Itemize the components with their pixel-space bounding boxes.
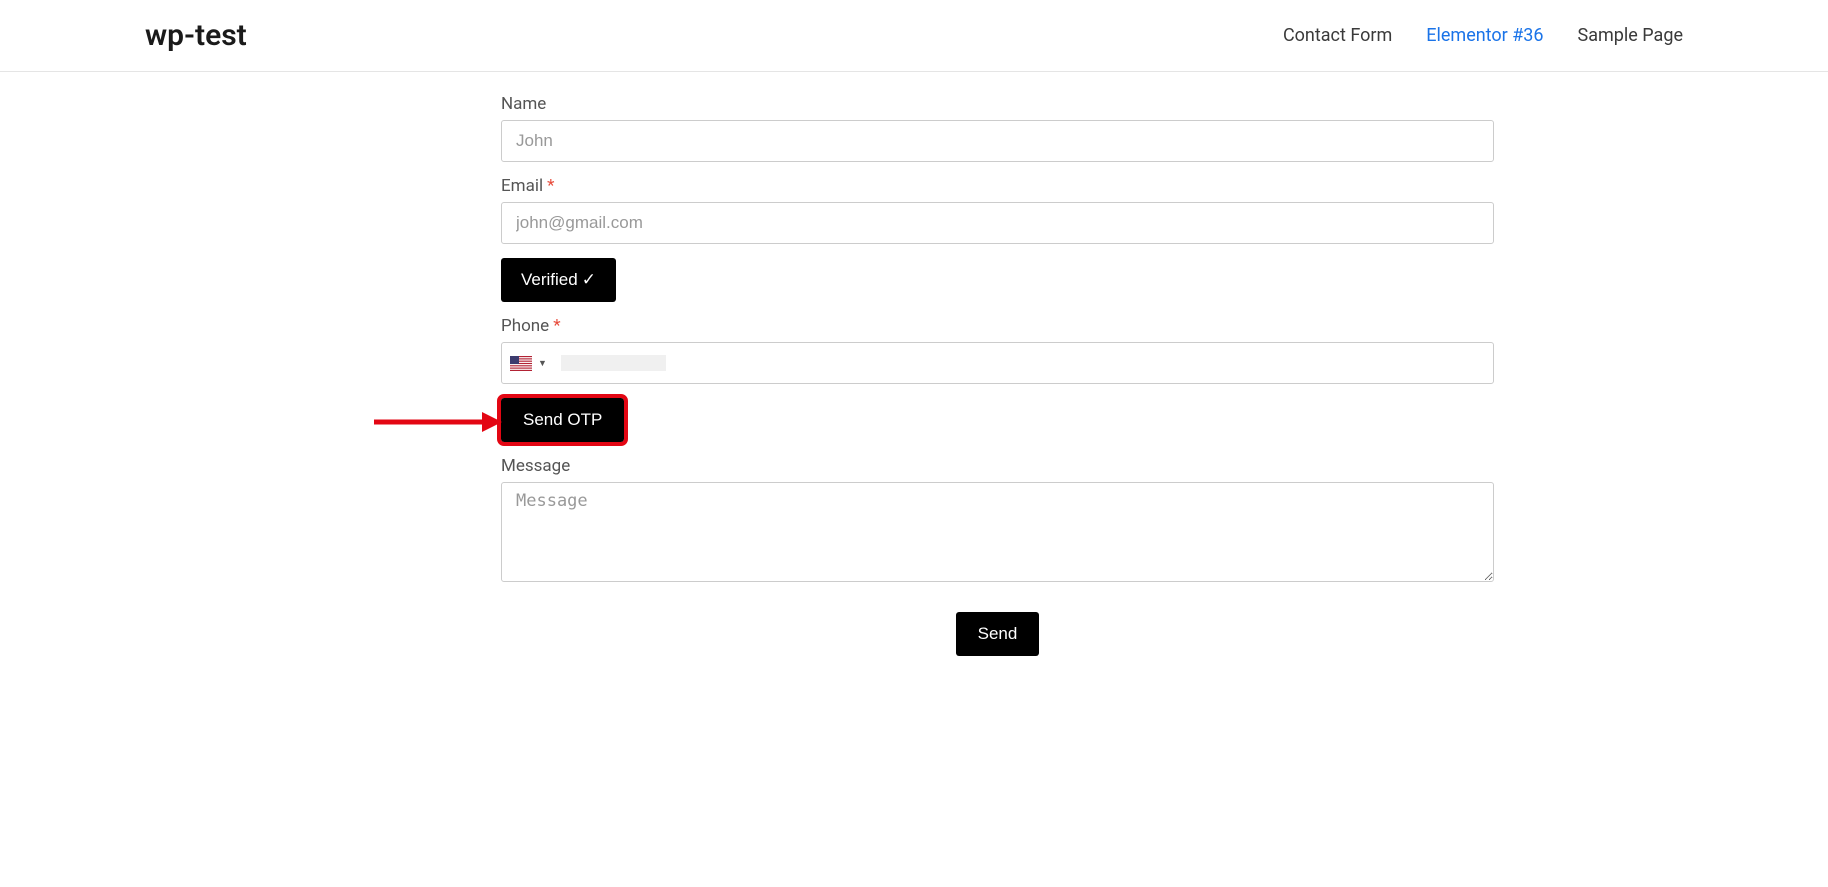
top-nav: Contact Form Elementor #36 Sample Page — [1283, 25, 1683, 46]
chevron-down-icon: ▼ — [538, 358, 547, 369]
send-button[interactable]: Send — [956, 612, 1040, 656]
page-header: wp-test Contact Form Elementor #36 Sampl… — [0, 0, 1828, 72]
email-input[interactable] — [501, 202, 1494, 244]
us-flag-icon — [510, 356, 532, 371]
send-row: Send — [501, 598, 1494, 656]
verified-button[interactable]: Verified✓ — [501, 258, 616, 302]
form-container: Name Email* Verified✓ Phone* — [314, 72, 1514, 696]
email-label: Email* — [501, 176, 1494, 196]
site-title: wp-test — [145, 18, 247, 53]
check-icon: ✓ — [582, 270, 596, 289]
annotation-arrow-icon — [374, 410, 504, 434]
nav-elementor-36[interactable]: Elementor #36 — [1426, 25, 1543, 46]
phone-field-group: Phone* — [501, 316, 1494, 384]
name-label: Name — [501, 94, 1494, 114]
required-marker: * — [547, 176, 554, 196]
nav-sample-page[interactable]: Sample Page — [1578, 25, 1683, 46]
message-label: Message — [501, 456, 1494, 476]
email-field-group: Email* — [501, 176, 1494, 244]
send-otp-button[interactable]: Send OTP — [501, 398, 624, 442]
nav-contact-form[interactable]: Contact Form — [1283, 25, 1392, 46]
message-field-group: Message — [501, 456, 1494, 586]
required-marker: * — [553, 316, 560, 336]
phone-label: Phone* — [501, 316, 1494, 336]
message-textarea[interactable] — [501, 482, 1494, 582]
phone-value-redacted — [561, 355, 666, 371]
name-input[interactable] — [501, 120, 1494, 162]
country-flag-picker[interactable]: ▼ — [502, 356, 555, 371]
phone-input[interactable] — [666, 343, 1493, 383]
phone-input-wrapper: ▼ — [501, 342, 1494, 384]
name-field-group: Name — [501, 94, 1494, 162]
